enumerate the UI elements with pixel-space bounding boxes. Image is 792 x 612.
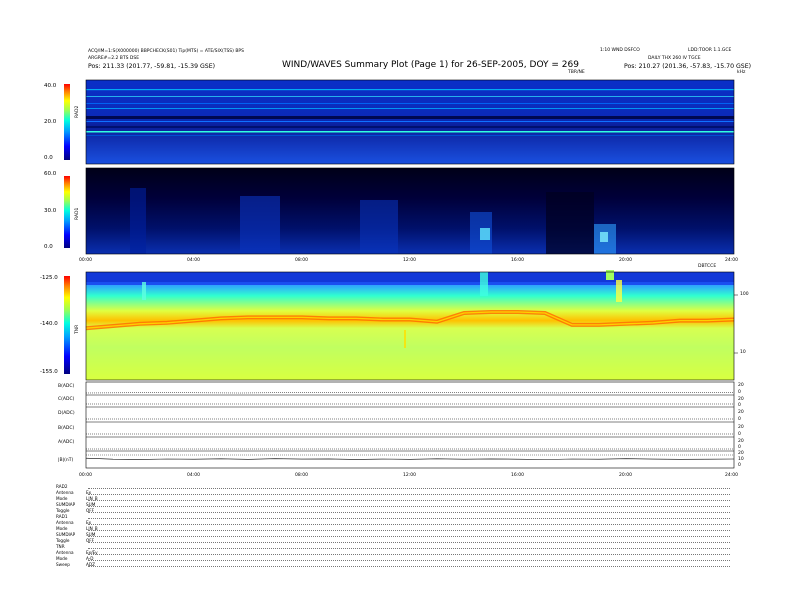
x-tick-5: 20:00 [619, 258, 632, 263]
header-right-line2: LDD:TOOR 1.1.GCE [688, 48, 732, 53]
bottom-x-tick-2: 08:00 [295, 473, 308, 478]
rad1-spectrogram [86, 168, 734, 254]
tnr-right-tick-100: 100 [740, 292, 749, 297]
panel-label-4: B(ADC) [58, 426, 75, 431]
panel-right-6c: 0 [738, 463, 741, 468]
header-right-line1: 1:10 WND DSFCO [600, 48, 640, 53]
tnr-colorbar [64, 276, 70, 374]
panel-right-1a: 20 [738, 383, 744, 388]
header-right-line3: DAILY THX 260 IV TGCE [648, 56, 701, 61]
rad1-tick-top: 60.0 [44, 171, 57, 177]
x-axis-tag: DBTCCE [698, 264, 717, 269]
settings-row-dots [88, 539, 730, 543]
bottom-x-tick-6: 24:00 [725, 473, 738, 478]
tnr-axis-label: TNR [75, 324, 80, 334]
bmag-series-line [85, 457, 735, 460]
tnr-tick-bottom: -155.0 [40, 369, 58, 375]
panel-right-2b: 0 [738, 403, 741, 408]
settings-row-dots [88, 521, 730, 525]
settings-row-dots [88, 551, 730, 555]
settings-row-dots [88, 491, 730, 495]
line-panels [85, 381, 735, 469]
rad1-colorbar [64, 176, 70, 248]
x-tick-1: 04:00 [187, 258, 200, 263]
tnr-tick-mid: -140.0 [40, 321, 58, 327]
tnr-spectrogram [86, 272, 734, 380]
settings-row-dots [88, 515, 730, 519]
rad2-colorbar [64, 84, 70, 160]
x-tick-4: 16:00 [511, 258, 524, 263]
panel-right-1b: 0 [738, 390, 741, 395]
settings-row-label: Sweep [56, 562, 70, 567]
panel-right-4b: 0 [738, 432, 741, 437]
bottom-x-tick-0: 00:00 [79, 473, 92, 478]
panel-right-5b: 0 [738, 445, 741, 450]
bottom-x-tick-5: 20:00 [619, 473, 632, 478]
panel-right-4a: 20 [738, 425, 744, 430]
rad1-tick-bottom: 0.0 [44, 244, 53, 250]
rad1-tick-mid: 30.0 [44, 208, 57, 214]
panel-right-5a: 20 [738, 439, 744, 444]
header-left-line2: ARGRE#=2.2 BTS DSE [88, 56, 140, 61]
panel-label-3: D(ADC) [58, 411, 75, 416]
settings-row-dots [88, 509, 730, 513]
settings-row-dots [88, 503, 730, 507]
header-right-position: Pos: 210.27 (201.36, -57.83, -15.70 GSE) [624, 63, 752, 70]
header-mid-tag: TBR/NE [568, 70, 585, 75]
plot-title: WIND/WAVES Summary Plot (Page 1) for 26-… [282, 60, 579, 70]
settings-row-dots [88, 485, 730, 489]
x-tick-6: 24:00 [725, 258, 738, 263]
panel-right-3a: 20 [738, 410, 744, 415]
panel-right-2a: 20 [738, 397, 744, 402]
header-right-unit: kHz [737, 70, 746, 75]
bottom-x-tick-3: 12:00 [403, 473, 416, 478]
header-left-position: Pos: 211.33 (201.77, -59.81, -15.39 GSE) [88, 63, 216, 70]
panel-right-3b: 0 [738, 417, 741, 422]
tnr-tick-top: -125.0 [40, 275, 58, 281]
panel-label-2: C(ADC) [58, 397, 75, 402]
panel-label-5: A(ADC) [58, 440, 75, 445]
rad2-tick-top: 40.0 [44, 83, 57, 89]
rad2-tick-bottom: 0.0 [44, 155, 53, 161]
tnr-right-tick-10: 10 [740, 350, 746, 355]
settings-row-dots [88, 545, 730, 549]
x-tick-2: 08:00 [295, 258, 308, 263]
panel-label-1: B(ADC) [58, 384, 75, 389]
panel-right-6a: 20 [738, 451, 744, 456]
panel-right-6b: 10 [738, 457, 744, 462]
settings-row-dots [88, 563, 730, 567]
settings-row-dots [88, 533, 730, 537]
bottom-x-tick-4: 16:00 [511, 473, 524, 478]
x-tick-3: 12:00 [403, 258, 416, 263]
rad1-axis-label: RAD1 [75, 207, 80, 220]
rad2-tick-mid: 20.0 [44, 119, 57, 125]
bottom-x-tick-1: 04:00 [187, 473, 200, 478]
settings-row-dots [88, 557, 730, 561]
panel-label-6: |B|(nT) [58, 458, 74, 463]
header-left-line1: ACQ/IM=1:S(X000000) BBPCHECK(S01) Tip(MT… [88, 49, 245, 54]
x-tick-0: 00:00 [79, 258, 92, 263]
rad2-axis-label: RAD2 [75, 105, 80, 118]
settings-row-dots [88, 497, 730, 501]
settings-row-dots [88, 527, 730, 531]
